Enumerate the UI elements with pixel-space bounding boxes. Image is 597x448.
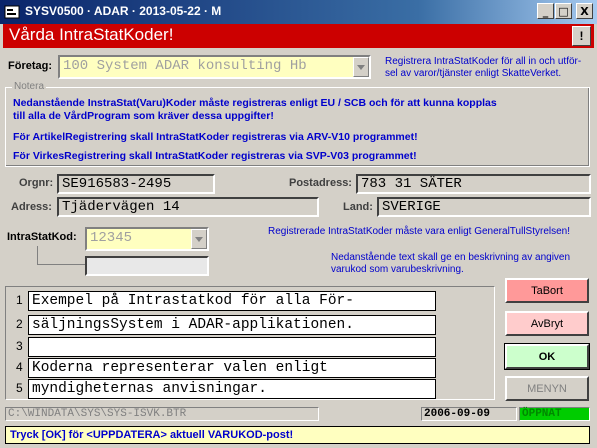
notera-line3: För ArtikelRegistrering skall IntraStatK… xyxy=(13,131,418,143)
window-titlebar[interactable]: SYSV0500 · ADAR · 2013-05-22 · M _ □ X xyxy=(0,0,597,24)
postadress-label: Postadress: xyxy=(289,177,352,189)
menyn-button[interactable]: MENYN xyxy=(505,376,589,401)
line-number: 3 xyxy=(16,339,23,353)
state-status: ÖPPNAT xyxy=(519,407,590,421)
adress-field[interactable]: Tjädervägen 14 xyxy=(57,197,319,217)
description-line-2[interactable]: säljningsSystem i ADAR-applikationen. xyxy=(28,315,436,335)
notera-line4: För VirkesRegistrering skall IntraStatKo… xyxy=(13,150,417,162)
message-bar: Tryck [OK] för <UPPDATERA> aktuell VARUK… xyxy=(5,426,590,444)
notera-legend: Notera xyxy=(12,81,47,92)
intrastat-info: Registrerade IntraStatKoder måste vara e… xyxy=(268,226,570,237)
app-icon[interactable] xyxy=(4,4,20,20)
description-line-3[interactable] xyxy=(28,337,436,357)
notera-group: Notera Nedanstående InstraStat(Varu)Kode… xyxy=(5,81,590,167)
file-path-status: C:\WINDATA\SYS\SYS-ISVK.BTR xyxy=(5,407,319,421)
close-button[interactable]: X xyxy=(576,3,593,19)
description-panel: 1 Exempel på Intrastatkod för alla För- … xyxy=(5,286,495,400)
description-line-5[interactable]: myndigheternas anvisningar. xyxy=(28,379,436,399)
company-info-line2: sel av varor/tjänster enligt SkatteVerke… xyxy=(385,68,562,79)
intrastat-label: IntraStatKod: xyxy=(7,231,77,243)
page-header: Vårda IntraStatKoder! ! xyxy=(3,24,594,48)
company-label: Företag: xyxy=(8,60,52,72)
company-info-line1: Registrera IntraStatKoder för all in och… xyxy=(385,56,582,67)
notera-line1: Nedanstående InstraStat(Varu)Koder måste… xyxy=(13,97,497,109)
ok-button[interactable]: OK xyxy=(504,343,590,370)
description-line-1[interactable]: Exempel på Intrastatkod för alla För- xyxy=(28,291,436,311)
intrastat-select[interactable]: 12345 xyxy=(85,227,209,251)
page-title: Vårda IntraStatKoder! xyxy=(9,25,174,44)
tabort-button[interactable]: TaBort xyxy=(505,278,589,303)
intrastat-sub-field[interactable] xyxy=(85,256,209,276)
postadress-field[interactable]: 783 31 SÄTER xyxy=(356,174,591,194)
land-field[interactable]: SVERIGE xyxy=(377,197,591,217)
chevron-down-icon[interactable] xyxy=(353,57,369,77)
minimize-button[interactable]: _ xyxy=(537,3,554,19)
desc-info-line1: Nedanstående text skall ge en beskrivnin… xyxy=(331,252,571,263)
orgnr-label: Orgnr: xyxy=(19,177,54,189)
avbryt-button[interactable]: AvBryt xyxy=(505,311,589,336)
desc-info-line2: varukod som varubeskrivning. xyxy=(331,264,464,275)
adress-label: Adress: xyxy=(11,201,52,213)
intrastat-value: 12345 xyxy=(90,230,133,246)
land-label: Land: xyxy=(343,201,373,213)
alert-button[interactable]: ! xyxy=(572,26,591,46)
chevron-down-icon[interactable] xyxy=(191,229,207,249)
connector-line-v xyxy=(37,246,38,265)
notera-line2: till alla de VårdProgram som kräver dess… xyxy=(13,110,274,122)
window-title: SYSV0500 · ADAR · 2013-05-22 · M xyxy=(25,4,222,18)
line-number: 5 xyxy=(16,381,23,395)
line-number: 1 xyxy=(16,293,23,307)
orgnr-field[interactable]: SE916583-2495 xyxy=(57,174,215,194)
date-status: 2006-09-09 xyxy=(421,407,517,421)
connector-line-h xyxy=(37,264,85,265)
line-number: 4 xyxy=(16,360,23,374)
company-select[interactable]: 100 System ADAR konsulting Hb xyxy=(58,55,371,79)
company-value: 100 System ADAR konsulting Hb xyxy=(63,58,307,74)
maximize-button[interactable]: □ xyxy=(555,3,572,19)
description-line-4[interactable]: Koderna representerar valen enligt xyxy=(28,358,436,378)
line-number: 2 xyxy=(16,317,23,331)
